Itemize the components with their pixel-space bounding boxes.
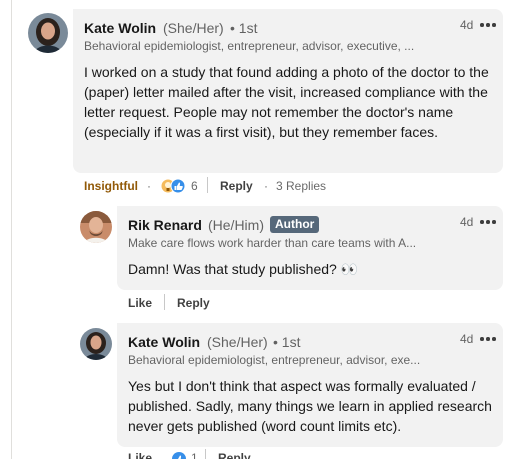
author-badge: Author: [270, 216, 320, 233]
reply-author-headline: Make care flows work harder than care te…: [128, 236, 417, 250]
reply-text: Yes but I don't think that aspect was fo…: [128, 378, 492, 434]
reply-button[interactable]: Reply: [218, 451, 251, 459]
comment-timestamp: 4d: [460, 18, 474, 32]
comment-text: I worked on a study that found adding a …: [84, 64, 489, 140]
reaction-insightful-button[interactable]: Insightful: [84, 179, 138, 193]
avatar-rik-renard[interactable]: [80, 211, 112, 243]
reply-text: Damn! Was that study published? 👀: [128, 261, 359, 277]
reply-button[interactable]: Reply: [177, 296, 210, 310]
reply-author-headline: Behavioral epidemiologist, entrepreneur,…: [128, 353, 421, 367]
reply-timestamp: 4d: [460, 215, 474, 229]
avatar-kate-wolin[interactable]: [28, 13, 68, 53]
separator-dot: ·: [264, 179, 268, 193]
reaction-count[interactable]: 1: [191, 451, 198, 459]
avatar-kate-wolin[interactable]: [80, 328, 112, 360]
divider: [205, 449, 206, 459]
divider: [164, 294, 165, 310]
reply-timestamp: 4d: [460, 332, 474, 346]
reply-author-name[interactable]: Kate Wolin: [128, 334, 200, 350]
more-options-icon[interactable]: [480, 22, 496, 28]
comment-author-headline: Behavioral epidemiologist, entrepreneur,…: [84, 39, 415, 53]
reply-button[interactable]: Reply: [220, 179, 253, 193]
comment-author-pronouns: (She/Her): [163, 20, 224, 36]
reaction-count[interactable]: 6: [191, 179, 198, 193]
connection-degree: • 1st: [230, 20, 258, 36]
comment-author-name[interactable]: Kate Wolin: [84, 20, 156, 36]
replies-count-link[interactable]: 3 Replies: [276, 179, 326, 193]
reaction-icons[interactable]: [160, 178, 186, 194]
like-button[interactable]: Like: [128, 296, 152, 310]
like-button[interactable]: Like: [128, 451, 152, 459]
reply-author-pronouns: (He/Him): [208, 217, 264, 233]
more-options-icon[interactable]: [480, 219, 496, 225]
connection-degree: • 1st: [273, 334, 301, 350]
like-reaction-icon: [171, 451, 187, 459]
more-options-icon[interactable]: [480, 336, 496, 342]
divider: [207, 177, 208, 193]
thread-line: [11, 0, 12, 459]
separator-dot: ·: [147, 179, 151, 193]
reply-author-pronouns: (She/Her): [207, 334, 268, 350]
reply-author-name[interactable]: Rik Renard: [128, 217, 202, 233]
